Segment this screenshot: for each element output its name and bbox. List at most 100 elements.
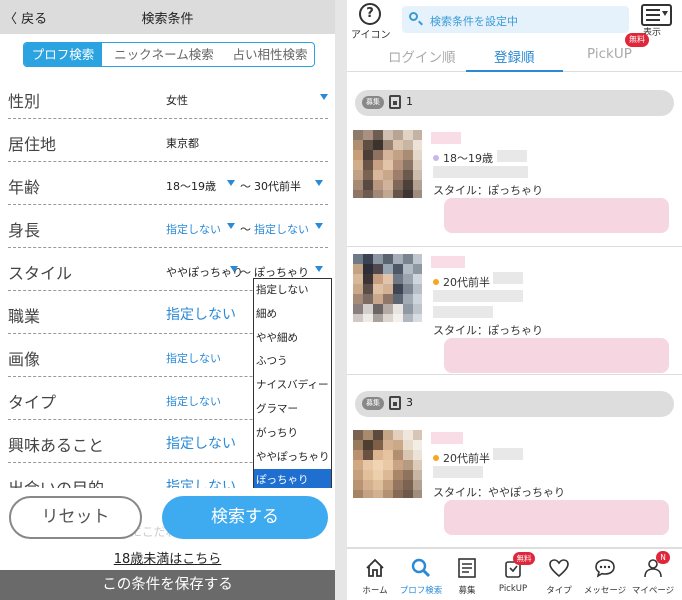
search-mode-tabs: プロフ検索 ニックネーム検索 占い相性検索 <box>23 42 315 67</box>
page-title: 検索条件 <box>141 12 194 27</box>
search-icon <box>409 12 418 21</box>
panel-divider <box>335 0 347 600</box>
age-text: 18〜19歳 <box>433 150 493 166</box>
row-residence[interactable]: 居住地 東京都 <box>8 119 328 162</box>
question-icon[interactable]: ? <box>359 3 381 25</box>
header-bar: 〈 戻る 検索条件 <box>0 0 335 34</box>
screen: 〈 戻る 検索条件 プロフ検索 ニックネーム検索 占い相性検索 性別 女性 居住… <box>0 0 682 600</box>
style-text: スタイル：ぽっちゃり <box>433 324 543 337</box>
height-to-select[interactable]: 指定しない <box>254 221 309 237</box>
home-icon <box>366 558 384 577</box>
row-gender[interactable]: 性別 女性 <box>8 76 328 119</box>
message-icon <box>595 559 615 578</box>
dropdown-option[interactable]: がっちり <box>254 422 331 446</box>
tab-fortune-search[interactable]: 占い相性検索 <box>226 43 314 66</box>
dropdown-option[interactable]: ややぽっちゃり <box>254 446 331 470</box>
height-from-select[interactable]: 指定しない <box>166 221 221 237</box>
tab-profile-search[interactable]: プロフ検索 <box>24 43 102 66</box>
age-from-select[interactable]: 18〜19歳 <box>166 178 216 194</box>
group-header[interactable]: 募集 1 <box>355 90 674 116</box>
interest-label: 興味あること <box>8 436 105 455</box>
search-button[interactable]: 検索する <box>162 496 328 539</box>
blurred-name <box>431 256 465 268</box>
chevron-down-icon <box>315 180 323 186</box>
residence-label: 居住地 <box>8 135 57 154</box>
dropdown-option[interactable]: ふつう <box>254 350 331 374</box>
style-label: スタイル <box>8 264 73 283</box>
save-conditions-button[interactable]: この条件を保存する <box>0 570 335 600</box>
chevron-down-icon <box>320 94 328 100</box>
reset-button[interactable]: リセット <box>9 496 142 539</box>
chevron-down-icon <box>662 11 668 16</box>
gender-label: 性別 <box>8 92 41 111</box>
profile-photo[interactable] <box>353 254 422 322</box>
age-value: 20代前半 <box>443 276 490 289</box>
type-value[interactable]: 指定しない <box>166 393 221 409</box>
blurred-text <box>433 466 483 478</box>
dropdown-option[interactable]: 指定しない <box>254 279 331 303</box>
heart-icon <box>549 559 569 578</box>
nav-label: マイページ <box>631 586 675 596</box>
age-label: 年齢 <box>8 178 41 197</box>
status-dot <box>433 155 439 161</box>
age-text: 20代前半 <box>433 274 490 290</box>
job-value[interactable]: 指定しない <box>166 304 236 324</box>
search-status-box[interactable]: 検索条件を設定中 <box>402 6 629 33</box>
blurred-text <box>433 306 493 318</box>
tab-nickname-search[interactable]: ニックネーム検索 <box>102 43 226 66</box>
group-header[interactable]: 募集 3 <box>355 391 674 417</box>
style-text: スタイル：ややぽっちゃり <box>433 486 565 499</box>
gender-value[interactable]: 女性 <box>166 92 188 108</box>
message-bubble <box>444 338 669 373</box>
blurred-text <box>493 272 523 284</box>
chevron-down-icon <box>230 266 238 272</box>
blurred-name <box>431 132 461 144</box>
message-bubble <box>444 198 669 233</box>
search-status-text: 検索条件を設定中 <box>430 15 518 28</box>
type-label: タイプ <box>8 393 57 412</box>
age-value: 20代前半 <box>443 452 490 465</box>
profile-card[interactable]: 20代前半 スタイル：ぽっちゃり <box>347 248 682 375</box>
blurred-text <box>493 448 523 460</box>
dropdown-option[interactable]: 細め <box>254 303 331 327</box>
age-value: 18〜19歳 <box>443 152 493 165</box>
profile-card[interactable]: 18〜19歳 スタイル：ぽっちゃり <box>347 122 682 247</box>
icon-button-label: アイコン <box>351 30 391 41</box>
free-badge: 無料 <box>625 33 649 47</box>
nav-mypage[interactable]: N マイページ <box>629 549 677 600</box>
interest-value[interactable]: 指定しない <box>166 433 236 453</box>
under-18-link[interactable]: 18歳未満はこちら <box>0 548 335 567</box>
tab-pickup[interactable]: PickUP <box>587 46 632 62</box>
image-value[interactable]: 指定しない <box>166 350 221 366</box>
image-label: 画像 <box>8 350 41 369</box>
height-label: 身長 <box>8 221 41 240</box>
blurred-text <box>433 166 528 178</box>
profile-card[interactable]: 20代前半 スタイル：ややぽっちゃり <box>347 424 682 548</box>
chevron-down-icon <box>315 223 323 229</box>
message-bubble <box>444 500 669 535</box>
blurred-text <box>433 290 523 302</box>
active-tab-indicator <box>466 70 563 72</box>
job-label: 職業 <box>8 307 41 326</box>
age-to-select[interactable]: 30代前半 <box>254 178 301 194</box>
free-badge: 無料 <box>513 552 535 565</box>
dropdown-option[interactable]: やや細め <box>254 327 331 351</box>
recruit-pill: 募集 <box>362 397 384 410</box>
results-panel: ? アイコン 検索条件を設定中 表示 ログイン順 登録順 PickUP 無料 募… <box>347 0 682 600</box>
board-icon <box>458 558 476 578</box>
tab-registration-order[interactable]: 登録順 <box>494 46 535 66</box>
nav-message[interactable]: メッセージ <box>581 549 629 600</box>
profile-photo[interactable] <box>353 130 422 198</box>
style-dropdown-list: 指定しない 細め やや細め ふつう ナイスバディー グラマー がっちり ややぽっ… <box>253 278 332 494</box>
range-tilde: 〜 <box>240 223 251 236</box>
chevron-down-icon <box>227 180 235 186</box>
blurred-text <box>497 150 527 162</box>
dropdown-option[interactable]: ナイスバディー <box>254 374 331 398</box>
tab-login-order[interactable]: ログイン順 <box>388 46 456 66</box>
calendar-icon <box>389 396 401 410</box>
dropdown-option[interactable]: グラマー <box>254 398 331 422</box>
profile-photo[interactable] <box>353 430 422 498</box>
status-dot <box>433 455 439 461</box>
residence-value[interactable]: 東京都 <box>166 135 199 151</box>
display-menu-button[interactable] <box>641 4 672 26</box>
